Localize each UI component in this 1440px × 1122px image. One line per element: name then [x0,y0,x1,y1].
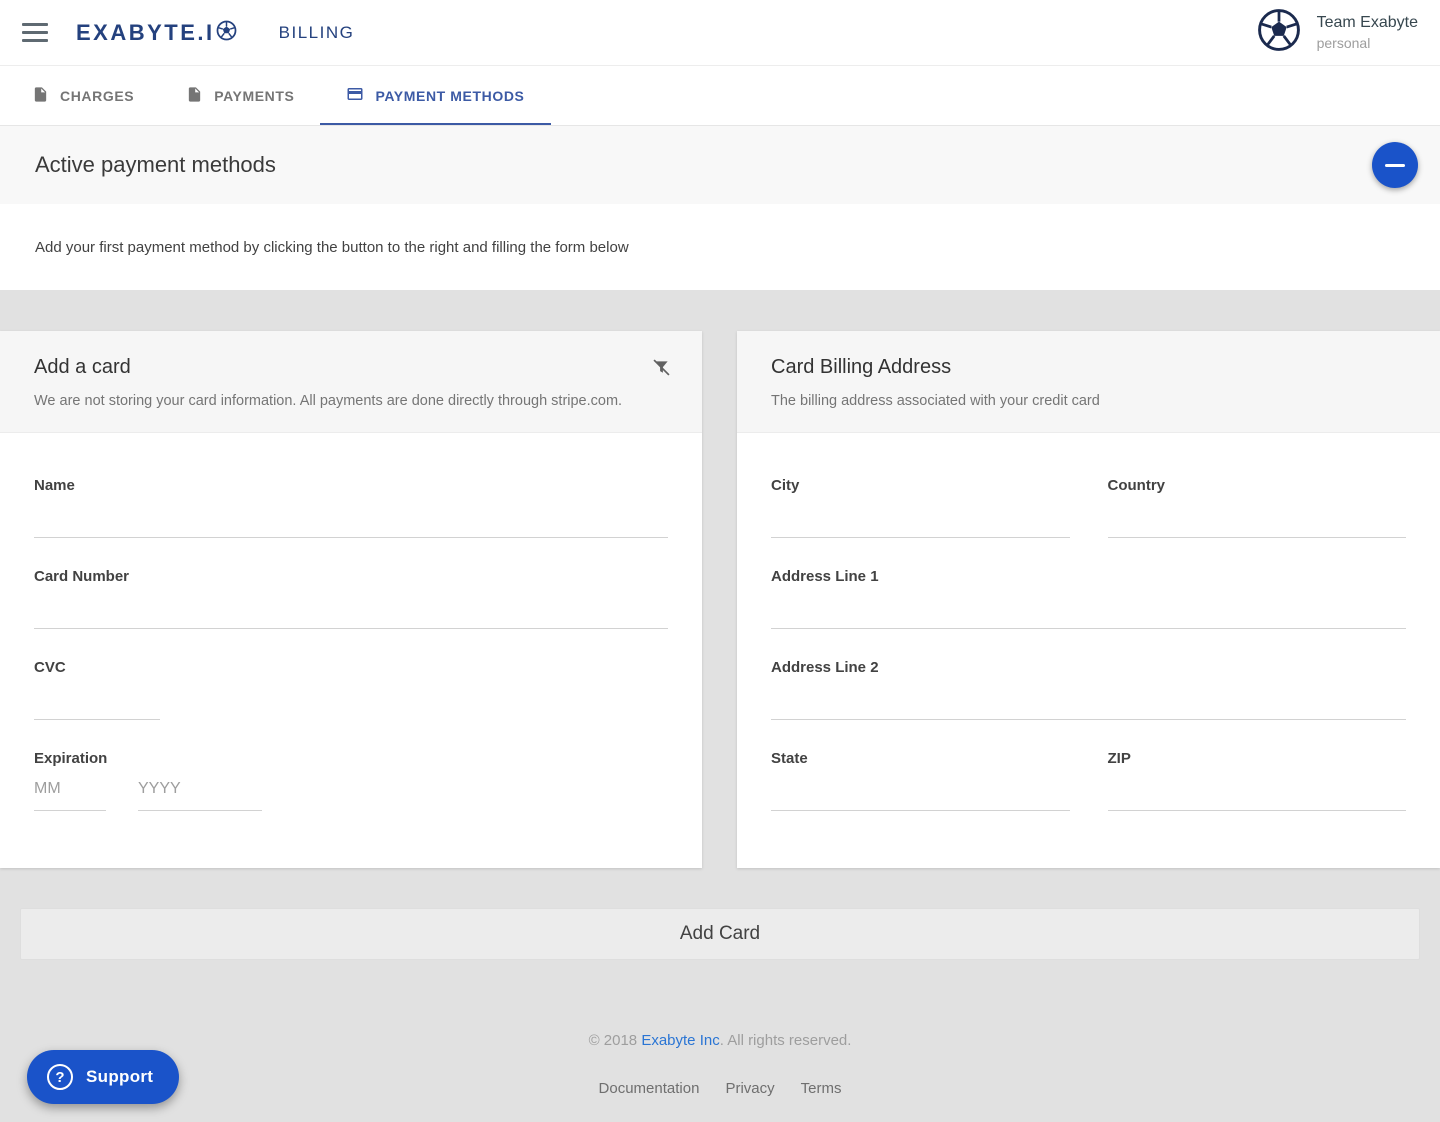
team-meta: Team Exabyte personal [1317,14,1418,51]
field-city: City [771,477,1070,538]
name-input[interactable] [34,494,668,538]
city-country-row: City Country [771,477,1406,568]
add-card-title: Add a card [34,356,668,379]
tab-payments[interactable]: PAYMENTS [160,66,320,125]
copyright-suffix: . All rights reserved. [720,1032,852,1049]
tab-label: PAYMENTS [214,88,294,104]
address1-label: Address Line 1 [771,568,1406,585]
state-label: State [771,750,1070,767]
document-icon [186,86,203,106]
clear-form-button[interactable] [649,355,674,383]
expiration-inputs [34,767,668,811]
field-address1: Address Line 1 [771,568,1406,629]
hint-text: Add your first payment method by clickin… [35,239,629,256]
state-input[interactable] [771,767,1070,811]
brand-text: EXABYTE.I [76,20,215,46]
billing-address-header: Card Billing Address The billing address… [737,331,1440,433]
zip-input[interactable] [1108,767,1407,811]
state-zip-row: State ZIP [771,750,1406,841]
collapse-add-form-button[interactable] [1372,142,1418,188]
billing-tabs: CHARGES PAYMENTS PAYMENT METHODS [0,66,1440,126]
field-zip: ZIP [1108,750,1407,811]
address2-label: Address Line 2 [771,659,1406,676]
tab-label: CHARGES [60,88,134,104]
billing-address-body: City Country Address Line 1 Address Line… [737,433,1440,875]
hamburger-icon [22,23,48,26]
support-label: Support [86,1067,153,1087]
soccer-ball-icon [215,19,237,46]
add-card-body: Name Card Number CVC Expiration [0,433,702,875]
forms-row: Add a card We are not storing your card … [0,331,1440,868]
document-icon [32,86,49,106]
add-card-panel: Add a card We are not storing your card … [0,331,702,868]
field-state: State [771,750,1070,811]
expiration-year-input[interactable] [138,767,262,811]
field-cvc: CVC [34,659,668,720]
privacy-link[interactable]: Privacy [725,1080,774,1097]
tab-charges[interactable]: CHARGES [6,66,160,125]
page-footer: © 2018 Exabyte Inc. All rights reserved.… [0,1032,1440,1097]
city-label: City [771,477,1070,494]
team-switcher[interactable]: Team Exabyte personal [1256,10,1418,56]
page-title: BILLING [279,23,355,43]
billing-address-subtitle: The billing address associated with your… [771,393,1406,409]
help-icon: ? [47,1064,73,1090]
team-name: Team Exabyte [1317,14,1418,32]
minus-icon [1385,164,1405,167]
add-card-subtitle: We are not storing your card information… [34,393,668,409]
content-area: Add a card We are not storing your card … [0,290,1440,1122]
documentation-link[interactable]: Documentation [599,1080,700,1097]
card-number-input[interactable] [34,585,668,629]
section-title: Active payment methods [35,152,276,178]
cvc-input[interactable] [34,676,160,720]
billing-address-title: Card Billing Address [771,356,1406,379]
name-label: Name [34,477,668,494]
field-country: Country [1108,477,1407,538]
tab-payment-methods[interactable]: PAYMENT METHODS [320,66,550,125]
soccer-ball-avatar-icon [1257,8,1301,57]
support-button[interactable]: ? Support [27,1050,179,1104]
city-input[interactable] [771,494,1070,538]
credit-card-icon [346,85,364,106]
team-type: personal [1317,35,1418,51]
empty-state-hint: Add your first payment method by clickin… [0,204,1440,290]
field-name: Name [34,477,668,538]
address1-input[interactable] [771,585,1406,629]
terms-link[interactable]: Terms [801,1080,842,1097]
tab-label: PAYMENT METHODS [375,88,524,104]
field-expiration: Expiration [34,750,668,811]
copyright: © 2018 Exabyte Inc. All rights reserved. [0,1032,1440,1049]
active-methods-header: Active payment methods [0,126,1440,204]
footer-links: Documentation Privacy Terms [0,1080,1440,1097]
billing-address-panel: Card Billing Address The billing address… [737,331,1440,868]
zip-label: ZIP [1108,750,1407,767]
card-number-label: Card Number [34,568,668,585]
company-link[interactable]: Exabyte Inc [641,1032,719,1049]
avatar [1256,10,1302,56]
add-card-header: Add a card We are not storing your card … [0,331,702,433]
country-input[interactable] [1108,494,1407,538]
cvc-label: CVC [34,659,668,676]
top-bar: EXABYTE.I BILLING Team Exabyte personal [0,0,1440,66]
expiration-month-input[interactable] [34,767,106,811]
field-card-number: Card Number [34,568,668,629]
country-label: Country [1108,477,1407,494]
expiration-label: Expiration [34,750,668,767]
address2-input[interactable] [771,676,1406,720]
brand-logo[interactable]: EXABYTE.I [76,19,237,46]
copyright-prefix: © 2018 [589,1032,642,1049]
filter-off-icon [651,366,672,381]
field-address2: Address Line 2 [771,659,1406,720]
menu-button[interactable] [22,19,52,46]
add-card-button[interactable]: Add Card [20,908,1420,960]
